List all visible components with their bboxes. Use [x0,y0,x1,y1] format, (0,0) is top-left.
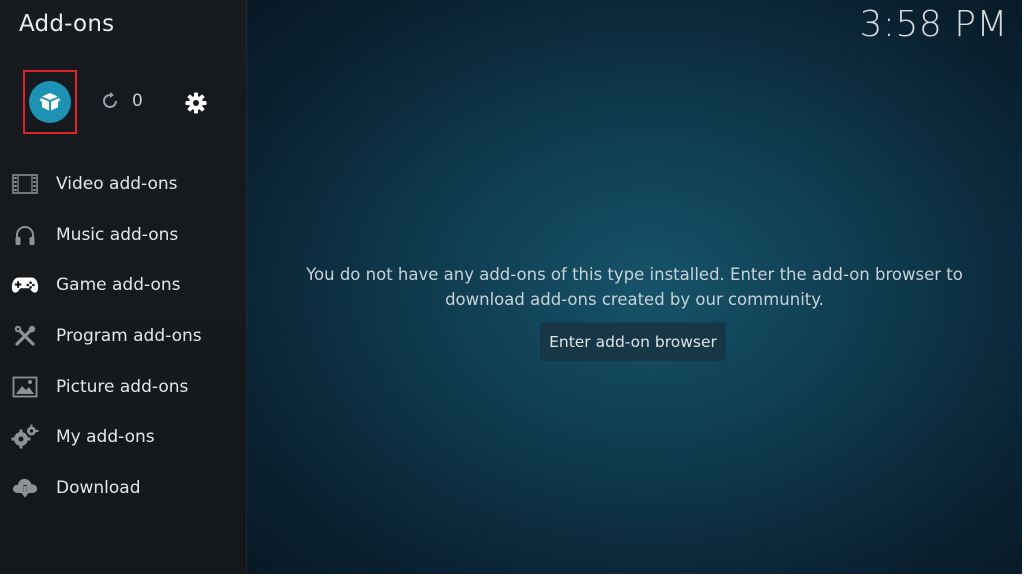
empty-state-line-1: You do not have any add-ons of this type… [306,265,963,284]
main-content: You do not have any add-ons of this type… [247,0,1022,574]
gear-icon [185,92,207,114]
sidebar-item-program-addons[interactable]: Program add-ons [0,311,246,362]
enter-addon-browser-button[interactable]: Enter add-on browser [541,323,725,360]
open-box-icon [39,93,61,111]
sidebar-item-my-addons[interactable]: My add-ons [0,412,246,463]
addon-category-list: Video add-ons Music add-ons Game add-ons… [0,159,246,513]
page-title: Add-ons [19,11,115,37]
sidebar-item-video-addons[interactable]: Video add-ons [0,159,246,210]
sidebar-item-label: Video add-ons [56,174,178,195]
sidebar-item-music-addons[interactable]: Music add-ons [0,210,246,261]
sidebar-item-label: Program add-ons [56,326,202,347]
refresh-icon [103,92,117,108]
film-strip-icon [11,172,39,196]
empty-state-line-2: download add-ons created by our communit… [445,290,824,309]
settings-button[interactable] [183,90,209,116]
updates-count: 0 [132,91,143,111]
picture-icon [11,375,39,399]
clock: 3:58 PM [859,4,1008,45]
gears-icon [11,424,39,449]
sidebar-item-label: Game add-ons [56,275,181,296]
kodi-screen: Add-ons 0 Video add-ons Music add-ons Ga… [0,0,1022,574]
sidebar-item-label: Picture add-ons [56,376,189,397]
sidebar-item-game-addons[interactable]: Game add-ons [0,260,246,311]
sidebar-item-download[interactable]: Download [0,463,246,514]
updates-button[interactable]: 0 [100,91,143,111]
sidebar: Add-ons 0 Video add-ons Music add-ons Ga… [0,0,247,574]
sidebar-item-label: Music add-ons [56,224,179,245]
cloud-download-icon [11,476,39,500]
headphones-icon [11,223,39,247]
sidebar-item-label: Download [56,477,141,498]
addon-browser-highlight [23,70,77,134]
sidebar-item-picture-addons[interactable]: Picture add-ons [0,361,246,412]
tools-icon [11,324,39,348]
gamepad-icon [11,273,39,297]
addon-browser-button[interactable] [29,81,71,123]
empty-state-message: You do not have any add-ons of this type… [247,262,1022,312]
sidebar-item-label: My add-ons [56,427,155,448]
